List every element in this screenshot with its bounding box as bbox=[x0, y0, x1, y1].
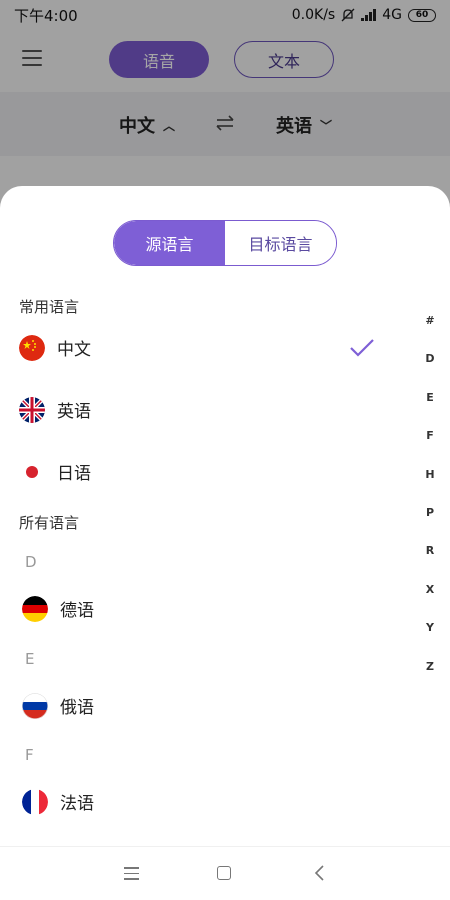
language-name: 法语 bbox=[60, 794, 94, 814]
language-item-russian[interactable]: 俄语 bbox=[0, 675, 400, 735]
index-letter[interactable]: # bbox=[422, 314, 438, 352]
recents-icon[interactable] bbox=[124, 867, 139, 881]
uk-flag-icon bbox=[19, 397, 45, 423]
language-picker-sheet: 源语言 目标语言 常用语言 中文 英语 日语 所有语言 D 德语 E 俄语 F … bbox=[0, 186, 450, 846]
language-name: 俄语 bbox=[60, 698, 94, 718]
language-name: 日语 bbox=[57, 464, 91, 484]
language-item-english[interactable]: 英语 bbox=[0, 380, 400, 440]
index-letter[interactable]: Y bbox=[422, 621, 438, 659]
language-name: 德语 bbox=[60, 601, 94, 621]
home-icon[interactable] bbox=[217, 866, 231, 880]
index-letter[interactable]: H bbox=[422, 468, 438, 506]
language-item-german[interactable]: 德语 bbox=[0, 578, 400, 638]
language-type-toggle: 源语言 目标语言 bbox=[113, 220, 337, 266]
russia-flag-icon bbox=[22, 693, 48, 719]
language-item-chinese[interactable]: 中文 bbox=[0, 318, 400, 378]
language-name: 英语 bbox=[57, 402, 91, 422]
japan-flag-icon bbox=[19, 459, 45, 485]
alphabet-index[interactable]: # D E F H P R X Y Z bbox=[422, 314, 438, 698]
all-languages-heading: 所有语言 bbox=[19, 514, 80, 532]
index-letter[interactable]: Z bbox=[422, 660, 438, 698]
check-icon bbox=[350, 339, 374, 357]
index-letter[interactable]: P bbox=[422, 506, 438, 544]
language-name: 中文 bbox=[57, 340, 91, 360]
language-item-japanese[interactable]: 日语 bbox=[0, 442, 400, 502]
common-languages-heading: 常用语言 bbox=[19, 298, 80, 316]
language-item-french[interactable]: 法语 bbox=[0, 771, 400, 831]
system-nav-bar bbox=[0, 846, 450, 900]
china-flag-icon bbox=[19, 335, 45, 361]
index-letter[interactable]: E bbox=[422, 391, 438, 429]
index-letter[interactable]: X bbox=[422, 583, 438, 621]
germany-flag-icon bbox=[22, 596, 48, 622]
index-letter[interactable]: R bbox=[422, 544, 438, 582]
tab-source-language[interactable]: 源语言 bbox=[114, 221, 225, 265]
letter-header-e: E bbox=[25, 650, 35, 668]
tab-target-language[interactable]: 目标语言 bbox=[225, 221, 336, 265]
back-icon[interactable] bbox=[312, 864, 326, 882]
france-flag-icon bbox=[22, 789, 48, 815]
index-letter[interactable]: D bbox=[422, 352, 438, 390]
letter-header-f: F bbox=[25, 746, 34, 764]
letter-header-d: D bbox=[25, 553, 37, 571]
index-letter[interactable]: F bbox=[422, 429, 438, 467]
